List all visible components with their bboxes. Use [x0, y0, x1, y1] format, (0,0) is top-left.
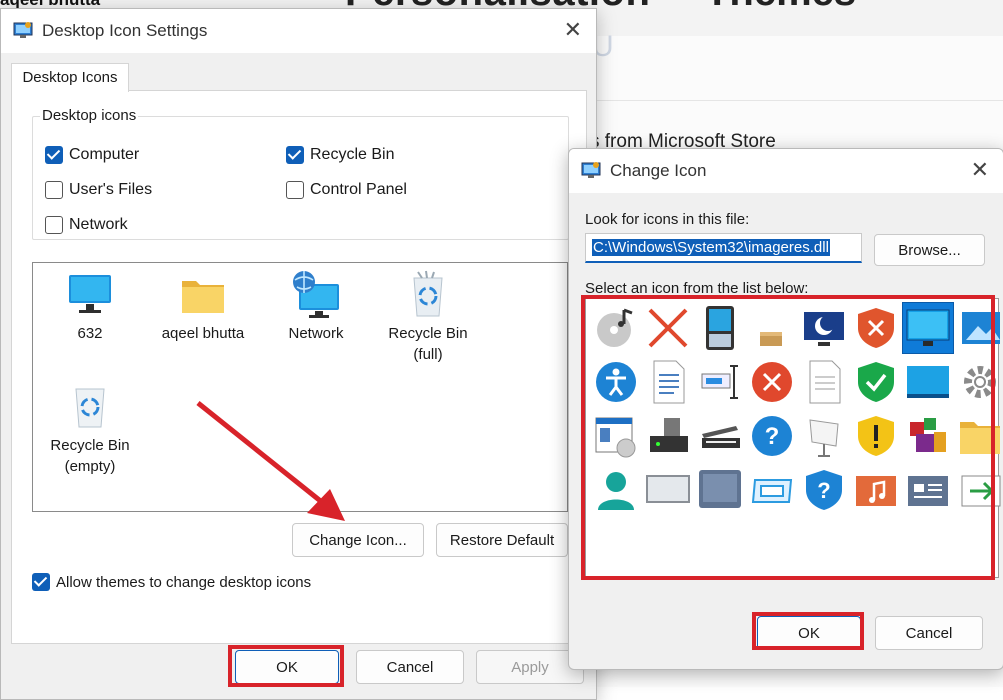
blue-rect-icon[interactable] — [746, 464, 798, 516]
folder-icon[interactable] — [954, 410, 1003, 462]
recycle-bin-empty-icon — [75, 388, 105, 428]
restore-default-button[interactable]: Restore Default — [436, 523, 568, 557]
checkbox-label: Network — [69, 216, 128, 233]
select-icon-label: Select an icon from the list below: — [585, 280, 809, 297]
checkbox-unchecked[interactable] — [45, 181, 63, 199]
blank-document-icon[interactable] — [798, 356, 850, 408]
allow-themes-checkbox[interactable]: Allow themes to change desktop icons — [32, 573, 311, 591]
svg-text:?: ? — [817, 478, 830, 503]
close-icon[interactable]: ✕ — [564, 17, 582, 43]
browse-button[interactable]: Browse... — [874, 234, 985, 266]
dialog-title: Desktop Icon Settings — [42, 21, 208, 40]
blue-monitor-icon[interactable] — [902, 356, 954, 408]
shield-help-icon[interactable]: ? — [798, 464, 850, 516]
help-circle-icon[interactable]: ? — [746, 410, 798, 462]
group-label: Desktop icons — [40, 107, 139, 124]
recycle-bin-full-icon — [413, 270, 443, 317]
change-icon-dialog: Change Icon ✕ Look for icons in this fil… — [568, 148, 1003, 670]
checkbox-checked[interactable] — [45, 146, 63, 164]
icon-label: (empty) — [64, 458, 116, 475]
checkbox-label: User's Files — [69, 181, 153, 198]
shield-warning-icon[interactable] — [850, 410, 902, 462]
users-files-checkbox[interactable]: User's Files — [45, 181, 152, 199]
network-checkbox[interactable]: Network — [45, 216, 128, 234]
news-folder-icon[interactable] — [902, 464, 954, 516]
empty-frame-icon[interactable] — [642, 464, 694, 516]
error-circle-icon[interactable] — [746, 356, 798, 408]
drive-device-icon[interactable] — [642, 410, 694, 462]
icon-label: aqeel bhutta — [161, 325, 245, 342]
page-subtitle: Themes — [705, 0, 856, 15]
shield-check-icon[interactable] — [850, 356, 902, 408]
desktop-icons-group: Desktop icons Computer Recycle Bin User'… — [32, 107, 569, 240]
icon-label: Recycle Bin — [50, 437, 130, 454]
tab-panel: Desktop icons Computer Recycle Bin User'… — [11, 90, 587, 644]
checkbox-label: Control Panel — [310, 181, 407, 198]
window-disc-icon[interactable] — [590, 410, 642, 462]
desktop-settings-icon — [581, 162, 601, 178]
checkbox-label: Computer — [69, 146, 140, 163]
small-box-icon[interactable] — [746, 302, 798, 354]
tab-desktop-icons[interactable]: Desktop Icons — [11, 63, 129, 92]
cancel-button[interactable]: Cancel — [356, 650, 464, 684]
checkbox-checked[interactable] — [286, 146, 304, 164]
disc-music-icon[interactable] — [590, 302, 642, 354]
icon-label: 632 — [77, 325, 103, 342]
ok-button[interactable]: OK — [757, 616, 861, 650]
projector-screen-icon[interactable] — [798, 410, 850, 462]
checkbox-label: Recycle Bin — [310, 146, 395, 163]
checkbox-label: Allow themes to change desktop icons — [56, 573, 312, 591]
scanner-icon[interactable] — [694, 410, 746, 462]
recycle-bin-checkbox[interactable]: Recycle Bin — [286, 146, 394, 164]
gear-icon[interactable] — [954, 356, 1003, 408]
title-bar: Desktop Icon Settings ✕ — [1, 9, 596, 53]
svg-text:?: ? — [765, 423, 780, 450]
file-path-input[interactable]: C:\Windows\System32\imageres.dll — [585, 233, 862, 263]
dialog-title: Change Icon — [610, 161, 707, 180]
shield-error-icon[interactable] — [850, 302, 902, 354]
title-bar: Change Icon ✕ — [569, 149, 1003, 193]
tablet-icon[interactable] — [694, 464, 746, 516]
accessibility-icon[interactable] — [590, 356, 642, 408]
monitor-selected-icon[interactable] — [902, 302, 954, 354]
monitor-moon-icon[interactable] — [798, 302, 850, 354]
text-cursor-box-icon[interactable] — [694, 356, 746, 408]
cancel-button[interactable]: Cancel — [875, 616, 983, 650]
person-icon[interactable] — [590, 464, 642, 516]
programs-blocks-icon[interactable] — [902, 410, 954, 462]
desktop-icon-settings-dialog: Desktop Icon Settings ✕ Desktop Icons De… — [0, 8, 597, 700]
checkbox-checked[interactable] — [32, 573, 50, 591]
picture-folder-icon[interactable] — [954, 302, 1003, 354]
list-item[interactable]: 632 — [35, 267, 145, 344]
icon-label: Network — [288, 325, 344, 342]
ok-button[interactable]: OK — [235, 650, 339, 684]
look-for-label: Look for icons in this file: — [585, 211, 750, 228]
monitor-icon — [69, 275, 111, 313]
desktop-settings-icon — [13, 22, 33, 38]
red-x-icon[interactable] — [642, 302, 694, 354]
network-globe-icon — [293, 271, 339, 318]
control-panel-checkbox[interactable]: Control Panel — [286, 181, 407, 199]
arrow-window-icon[interactable] — [954, 464, 1003, 516]
settings-panel-top — [596, 36, 1003, 101]
file-path-value: C:\Windows\System32\imageres.dll — [592, 239, 830, 256]
icon-label: Recycle Bin — [388, 325, 468, 342]
document-lines-icon[interactable] — [642, 356, 694, 408]
close-icon[interactable]: ✕ — [971, 157, 989, 183]
icon-label: (full) — [413, 346, 443, 363]
list-item[interactable]: Recycle Bin (full) — [373, 267, 483, 365]
checkbox-unchecked[interactable] — [45, 216, 63, 234]
icon-grid[interactable]: ? ? — [585, 298, 1001, 578]
list-item[interactable]: Recycle Bin (empty) — [35, 379, 145, 477]
red-arrow-icon — [196, 401, 345, 521]
list-item[interactable]: Network — [261, 267, 371, 344]
handheld-device-icon[interactable] — [694, 302, 746, 354]
list-item[interactable]: aqeel bhutta — [148, 267, 258, 344]
checkbox-unchecked[interactable] — [286, 181, 304, 199]
music-folder-icon[interactable] — [850, 464, 902, 516]
computer-checkbox[interactable]: Computer — [45, 146, 139, 164]
folder-icon — [182, 281, 224, 313]
